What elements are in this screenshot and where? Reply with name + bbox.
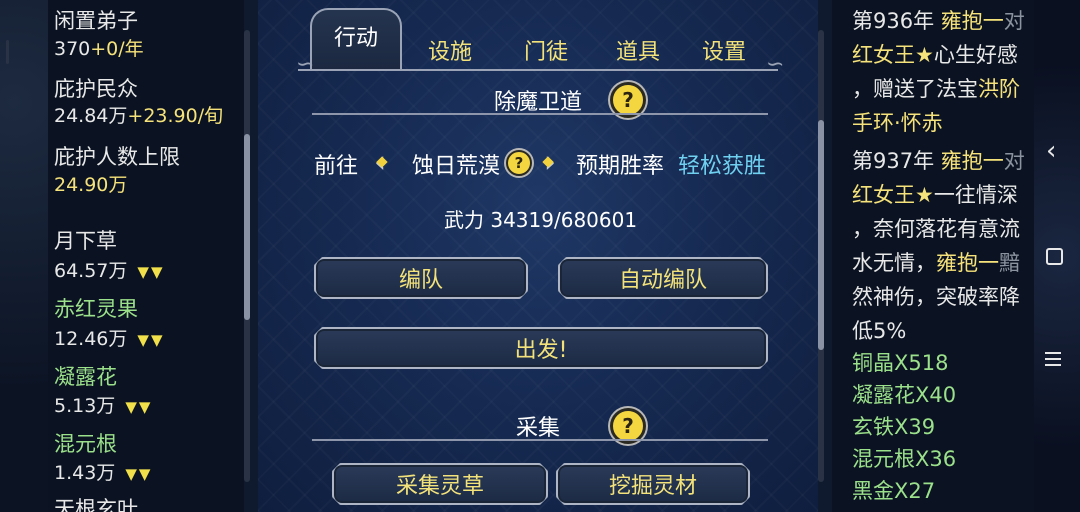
log-line: 低5% — [852, 319, 907, 343]
resource-amount: 1.43万 — [54, 462, 116, 484]
goto-label: 前往 — [314, 154, 359, 179]
gather-section-title: 采集 — [516, 416, 561, 441]
idle-disciples-value: 370 — [54, 38, 91, 60]
log-line: ，赠送了法宝洪阶 — [852, 72, 1034, 106]
mission-divider — [312, 113, 768, 115]
reward-item: 凝露花X40 — [852, 383, 957, 407]
log-text: 黯 — [999, 251, 1020, 275]
reward-item: 玄铁X39 — [852, 415, 936, 439]
trend-down-icon: ▼▼ — [125, 465, 153, 483]
left-scrollbar[interactable] — [244, 30, 250, 482]
idle-disciples-value-row: 370+0/年 — [54, 36, 144, 62]
square-icon[interactable] — [1046, 248, 1063, 265]
resource-amount-row: 64.57万 ▼▼ — [54, 258, 164, 285]
formation-button[interactable]: 编队 — [314, 257, 528, 299]
resource-name: 混元根 — [54, 432, 117, 456]
log-line: 第936年 雍抱一对 — [852, 4, 1034, 38]
log-line: 红女王★心生好感 — [852, 38, 1034, 72]
tab-settings[interactable]: 设置 — [684, 22, 764, 70]
resource-amount-row: 5.13万 ▼▼ — [54, 393, 152, 420]
log-text: 心生好感 — [933, 43, 1018, 67]
resource-amount-row: 12.46万 ▼▼ — [54, 326, 164, 353]
resource-name: 月下草 — [54, 229, 117, 253]
log-target: 红女王★ — [852, 43, 934, 67]
win-rate-value: 轻松获胜 — [678, 154, 767, 179]
log-text: 对 — [1003, 149, 1025, 173]
log-line: 水无情，雍抱一黯 — [852, 246, 1034, 280]
log-text: 对 — [1003, 9, 1025, 33]
event-log: 第936年 雍抱一对 红女王★心生好感 ，赠送了法宝洪阶 手环·怀赤 第937年… — [852, 4, 1034, 348]
reward-item: 混元根X36 — [852, 447, 957, 471]
protected-people-value: 24.84万 — [54, 105, 128, 127]
log-line: 第937年 雍抱一对 — [852, 144, 1034, 178]
log-text: ，赠送了法宝 — [852, 77, 978, 101]
resource-name: 天根玄叶 — [54, 497, 138, 512]
right-scrollbar[interactable] — [818, 30, 824, 482]
reward-list: 铜晶X518 凝露花X40 玄铁X39 混元根X36 黑金X27 — [852, 351, 957, 507]
protect-limit-label: 庇护人数上限 — [54, 145, 180, 169]
right-scroll-thumb[interactable] — [818, 120, 824, 350]
trend-down-icon: ▼▼ — [137, 263, 165, 281]
log-year: 第937年 — [852, 149, 935, 173]
resource-name: 赤红灵果 — [54, 297, 138, 321]
reward-item: 铜晶X518 — [852, 351, 949, 375]
tab-items[interactable]: 道具 — [598, 22, 678, 70]
resource-name: 凝露花 — [54, 365, 117, 389]
resource-amount-row: 1.43万 ▼▼ — [54, 460, 152, 487]
win-rate-label: 预期胜率 — [576, 154, 665, 179]
gather-divider — [312, 439, 768, 441]
log-year: 第936年 — [852, 9, 935, 33]
log-text: 水无情， — [852, 251, 936, 275]
gather-herbs-button[interactable]: 采集灵草 — [332, 463, 548, 505]
resource-panel: 闲置弟子 370+0/年 庇护民众 24.84万+23.90/旬 庇护人数上限 … — [48, 0, 244, 512]
log-line: 红女王★一往情深 — [852, 178, 1034, 212]
idle-disciples-rate: +0/年 — [90, 38, 144, 60]
resource-amount: 5.13万 — [54, 395, 116, 417]
resource-amount: 64.57万 — [54, 260, 128, 282]
background-left — [0, 0, 48, 512]
location-help-icon[interactable]: ? — [506, 150, 532, 176]
reward-item: 黑金X27 — [852, 479, 936, 503]
protect-limit-value: 24.90万 — [54, 174, 128, 196]
left-edge-bar — [6, 40, 9, 64]
log-line: 然神伤，突破率降 — [852, 285, 1020, 309]
event-log-panel: 第936年 雍抱一对 红女王★心生好感 ，赠送了法宝洪阶 手环·怀赤 第937年… — [832, 0, 1034, 512]
mine-materials-button[interactable]: 挖掘灵材 — [556, 463, 750, 505]
log-item: 洪阶 — [978, 77, 1020, 101]
log-line: ，奈何落花有意流 — [852, 217, 1020, 241]
action-panel: 行动 ∽ 设施 门徒 道具 设置 ∽ 除魔卫道 ? 前往 ‹ 蚀日荒漠 ? › … — [258, 0, 818, 512]
protected-people-rate: +23.90/旬 — [127, 105, 224, 127]
chevron-left-icon[interactable]: ‹ — [1046, 136, 1056, 166]
tab-ornament-right: ∽ — [766, 52, 785, 77]
log-text: 一往情深 — [933, 183, 1018, 207]
tab-facilities[interactable]: 设施 — [410, 22, 490, 70]
background-right: ‹ — [1034, 0, 1080, 512]
trend-down-icon: ▼▼ — [137, 331, 165, 349]
tab-action[interactable]: 行动 — [310, 8, 402, 70]
log-actor: 雍抱一 — [940, 149, 1004, 173]
protected-people-value-row: 24.84万+23.90/旬 — [54, 103, 223, 129]
tab-disciples[interactable]: 门徒 — [506, 22, 586, 70]
protected-people-label: 庇护民众 — [54, 77, 138, 101]
auto-formation-button[interactable]: 自动编队 — [558, 257, 768, 299]
log-actor: 雍抱一 — [936, 251, 999, 275]
tab-ornament-left: ∽ — [296, 52, 315, 77]
menu-icon[interactable] — [1045, 352, 1061, 366]
log-target: 红女王★ — [852, 183, 934, 207]
tab-underline — [298, 69, 778, 71]
resource-amount: 12.46万 — [54, 328, 128, 350]
next-location-button[interactable]: › — [536, 140, 564, 184]
depart-button[interactable]: 出发! — [314, 327, 768, 369]
power-text: 武力 34319/680601 — [444, 208, 638, 232]
log-actor: 雍抱一 — [940, 9, 1004, 33]
log-line: 手环·怀赤 — [852, 111, 943, 135]
location-name: 蚀日荒漠 — [412, 154, 501, 179]
idle-disciples-label: 闲置弟子 — [54, 9, 138, 33]
prev-location-button[interactable]: ‹ — [366, 140, 394, 184]
left-scroll-thumb[interactable] — [244, 134, 250, 320]
mission-section-title: 除魔卫道 — [494, 90, 583, 115]
trend-down-icon: ▼▼ — [125, 398, 153, 416]
